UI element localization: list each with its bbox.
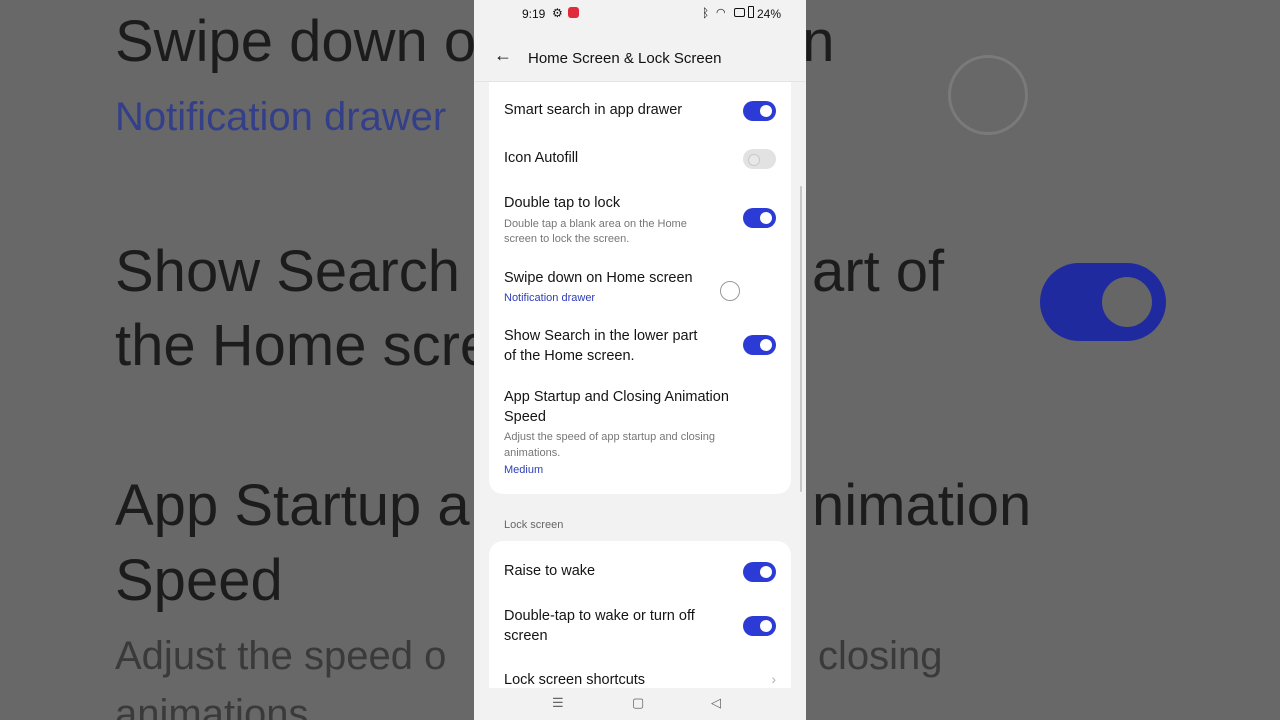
setting-label: Smart search in app drawer <box>504 102 683 118</box>
page-header: ← Home Screen & Lock Screen <box>474 28 806 82</box>
gear-icon: ⚙ <box>552 6 563 20</box>
double-tap-wake-toggle[interactable] <box>743 616 776 636</box>
setting-label: App Startup and Closing Animation Speed <box>504 389 729 425</box>
bg-text-swipe: Swipe down o <box>115 9 477 74</box>
home-settings-card: Smart search in app drawer Icon Autofill… <box>489 82 791 494</box>
show-search-toggle[interactable] <box>743 335 776 355</box>
bg-toggle <box>1040 263 1166 341</box>
page-title: Home Screen & Lock Screen <box>528 50 722 67</box>
icon-autofill-toggle[interactable] <box>743 149 776 169</box>
bg-text-app-startup-end: nimation <box>812 473 1032 538</box>
bg-text-animations: animations <box>115 692 309 720</box>
setting-double-tap-lock[interactable]: Double tap to lock Double tap a blank ar… <box>504 194 711 248</box>
battery-icon <box>748 6 754 18</box>
bg-text-app-startup: App Startup a <box>115 473 470 538</box>
setting-label: Double tap to lock <box>504 195 621 211</box>
section-header-lock-screen: Lock screen <box>504 519 564 531</box>
setting-label: Raise to wake <box>504 563 596 579</box>
setting-smart-search[interactable]: Smart search in app drawer <box>504 101 776 121</box>
bg-radio-circle <box>948 55 1028 135</box>
status-time: 9:19 <box>522 7 546 21</box>
battery-percent: 24% <box>757 7 782 21</box>
menu-icon[interactable]: ☰ <box>552 695 564 711</box>
bg-text-speed: Speed <box>115 548 283 613</box>
setting-double-tap-wake[interactable]: Double-tap to wake or turn off screen <box>504 607 711 646</box>
sim-icon <box>734 8 745 17</box>
raise-to-wake-toggle[interactable] <box>743 562 776 582</box>
setting-description: Adjust the speed of app startup and clos… <box>504 431 715 459</box>
status-bar: 9:19 ⚙ ᛒ ◠ 24% <box>474 0 806 28</box>
smart-search-toggle[interactable] <box>743 101 776 121</box>
arrow-left-icon[interactable]: ← <box>494 46 512 64</box>
bg-text-adjust: Adjust the speed o <box>115 634 447 678</box>
chevron-right-icon: › <box>771 671 776 687</box>
setting-show-search[interactable]: Show Search in the lower part of the Hom… <box>504 327 711 366</box>
swipe-down-radio[interactable] <box>720 281 740 301</box>
wifi-icon: ◠ <box>716 7 726 19</box>
bg-text-adjust-end: closing <box>818 634 943 678</box>
setting-swipe-down[interactable]: Swipe down on Home screen Notification d… <box>504 269 776 304</box>
scrollbar[interactable] <box>800 186 802 492</box>
bg-text-show-search: Show Search i <box>115 239 489 304</box>
setting-icon-autofill[interactable]: Icon Autofill <box>504 149 776 169</box>
bg-text-notification: Notification drawer <box>115 95 447 139</box>
setting-animation-speed[interactable]: App Startup and Closing Animation Speed … <box>504 388 741 476</box>
phone-screen: 9:19 ⚙ ᛒ ◠ 24% ← Home Screen & Lock Scre… <box>474 0 806 720</box>
bluetooth-icon: ᛒ <box>702 6 710 20</box>
back-triangle-icon[interactable]: ◁ <box>711 695 721 711</box>
setting-value: Medium <box>504 464 544 476</box>
system-nav-bar: ☰ ▢ ◁ <box>474 688 806 720</box>
setting-label: Show Search in the lower part of the Hom… <box>504 328 698 364</box>
lock-screen-card: Raise to wake Double-tap to wake or turn… <box>489 541 791 701</box>
bg-text-home-screen: the Home scre <box>115 313 493 378</box>
setting-raise-to-wake[interactable]: Raise to wake <box>504 562 776 582</box>
setting-label: Icon Autofill <box>504 150 579 166</box>
setting-description: Double tap a blank area on the Home scre… <box>504 217 687 246</box>
bg-text-show-search-end: art of <box>812 239 945 304</box>
app-notification-icon <box>568 7 579 18</box>
home-icon[interactable]: ▢ <box>632 695 644 711</box>
double-tap-lock-toggle[interactable] <box>743 208 776 228</box>
setting-label: Double-tap to wake or turn off screen <box>504 608 695 644</box>
